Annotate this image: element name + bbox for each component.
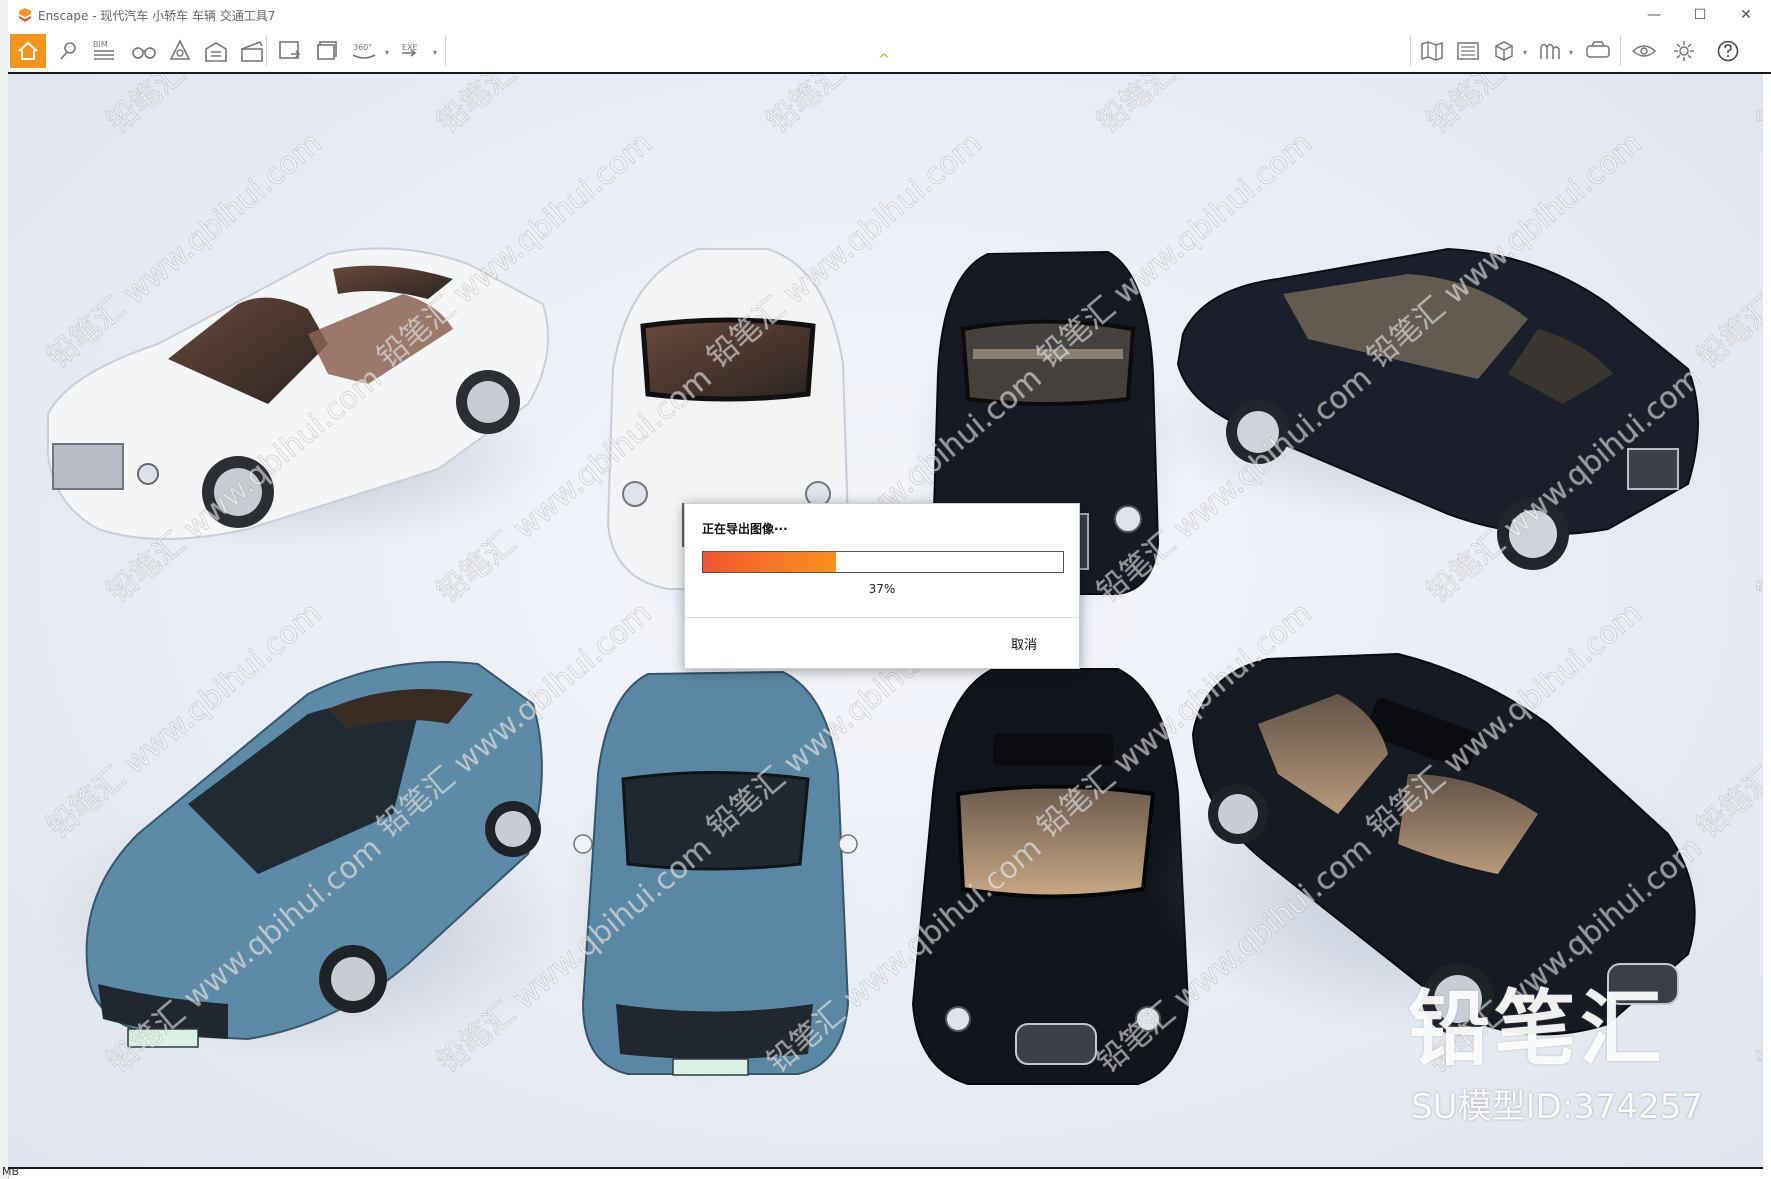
car-white-coupe [33, 247, 553, 549]
collaboration-icon [1537, 39, 1563, 63]
brand-watermark: 铅笔汇 [1408, 982, 1667, 1077]
clapper-icon [239, 39, 265, 63]
toolbar-divider [1620, 36, 1621, 66]
cube-dropdown-chevron-icon[interactable]: ▾ [1523, 48, 1527, 57]
panorama-button[interactable]: 360° [346, 34, 382, 68]
enscape-toolbar: BIM 360° ▾ EXE ▾ ^ ▾ ▾ [8, 30, 1771, 74]
map-pin-icon [57, 40, 79, 62]
minimize-button[interactable]: — [1631, 0, 1677, 30]
eye-icon [1631, 41, 1657, 61]
toolbar-divider [1410, 36, 1411, 66]
bim-label: BIM [93, 40, 108, 49]
dialog-title: 正在导出图像··· [702, 522, 788, 536]
export-exe-icon: EXE [399, 39, 425, 63]
export-progress-dialog: 正在导出图像··· 37% 取消 [684, 503, 1080, 669]
batch-render-icon [315, 39, 341, 63]
batch-render-button[interactable] [310, 34, 346, 68]
visual-settings-button[interactable] [1626, 34, 1662, 68]
video-editor-button[interactable] [234, 34, 270, 68]
building-icon [203, 39, 229, 63]
dialog-divider [685, 617, 1079, 618]
settings-button[interactable] [1666, 34, 1702, 68]
window-title: Enscape - 现代汽车 小轿车 车辆 交通工具7 [38, 9, 276, 23]
help-icon [1716, 39, 1740, 63]
vr-headset-icon [1584, 39, 1612, 63]
site-context-icon [1455, 39, 1481, 63]
panorama-dropdown-chevron-icon[interactable]: ▾ [385, 48, 389, 57]
help-button[interactable] [1710, 34, 1746, 68]
export-exe-button[interactable]: EXE [394, 34, 430, 68]
toolbar-divider [266, 36, 267, 66]
asset-library-icon [168, 39, 192, 63]
asset-library-button[interactable] [162, 34, 198, 68]
car-blue-muscle-car [38, 661, 578, 1064]
collaboration-button[interactable] [1532, 34, 1568, 68]
material-editor-button[interactable] [198, 34, 234, 68]
home-icon [17, 41, 39, 61]
gear-icon [1672, 39, 1696, 63]
home-button[interactable] [10, 34, 46, 68]
screenshot-button[interactable] [272, 34, 308, 68]
collab-dropdown-chevron-icon[interactable]: ▾ [1569, 48, 1573, 57]
views-button[interactable] [50, 34, 86, 68]
cube-button[interactable] [1486, 34, 1522, 68]
map-button[interactable] [1414, 34, 1450, 68]
export-exe-label: EXE [402, 43, 418, 52]
cube-icon [1492, 39, 1516, 63]
model-id-label: SU模型ID:374257 [1411, 1087, 1703, 1127]
screenshot-icon [277, 39, 303, 63]
panorama-label: 360° [353, 43, 372, 52]
cancel-button[interactable]: 取消 [1011, 634, 1037, 653]
progress-bar-fill [703, 552, 837, 572]
binoculars-button[interactable] [126, 34, 162, 68]
binoculars-icon [131, 41, 157, 61]
site-context-button[interactable] [1450, 34, 1486, 68]
car-black-limousine [1143, 247, 1723, 570]
bim-button[interactable]: BIM [86, 34, 122, 68]
vr-button[interactable] [1580, 34, 1616, 68]
progress-percent-text: 37% [868, 582, 896, 596]
toolbar-divider [445, 36, 446, 66]
collapse-toolbar-chevron-icon[interactable]: ^ [878, 52, 890, 68]
export-progress-bar [702, 551, 1064, 573]
title-bar: Enscape - 现代汽车 小轿车 车辆 交通工具7 — ☐ ✕ [8, 0, 1771, 30]
map-icon [1419, 39, 1445, 63]
enscape-logo-icon [18, 7, 32, 26]
maximize-button[interactable]: ☐ [1677, 0, 1723, 30]
panorama-icon: 360° [350, 39, 378, 63]
car-blue-muscle-car-front [558, 670, 858, 1089]
export-dropdown-chevron-icon[interactable]: ▾ [433, 48, 437, 57]
bim-icon: BIM [91, 39, 117, 63]
close-button[interactable]: ✕ [1723, 0, 1769, 30]
